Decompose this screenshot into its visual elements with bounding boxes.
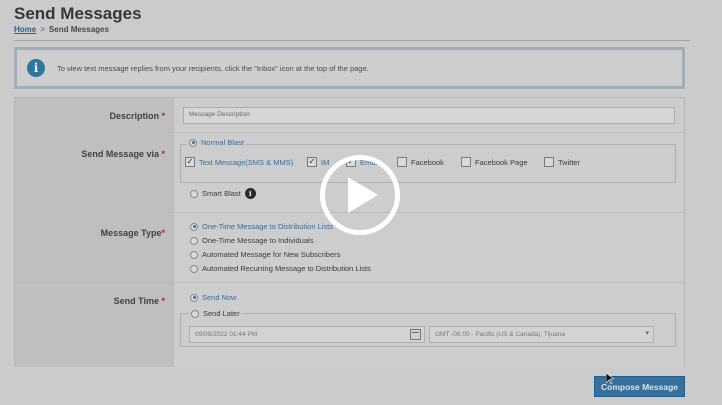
mouse-cursor-icon [606, 373, 614, 385]
play-icon[interactable] [320, 155, 400, 235]
